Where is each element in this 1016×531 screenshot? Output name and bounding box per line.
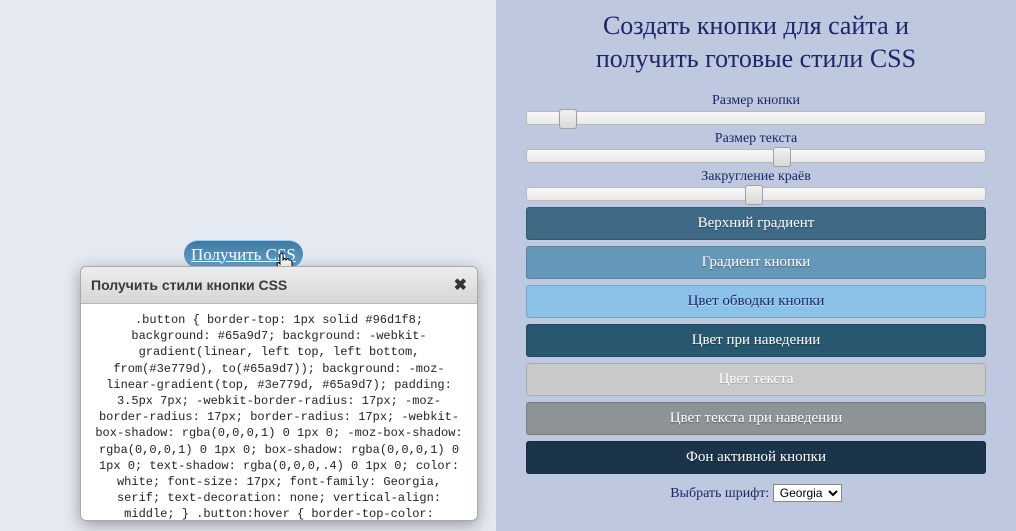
color-border[interactable]: Цвет обводки кнопки	[526, 285, 986, 318]
slider-radius-thumb[interactable]	[745, 185, 763, 205]
preview-button[interactable]: Получить CSS	[184, 240, 303, 268]
page-title: Создать кнопки для сайта и получить гото…	[516, 10, 996, 75]
css-dialog-title: Получить стили кнопки CSS	[91, 277, 287, 293]
slider-label-text: Размер текста	[516, 131, 996, 147]
color-text-hover[interactable]: Цвет текста при наведении	[526, 402, 986, 435]
page-title-line2: получить готовые стили CSS	[596, 44, 916, 73]
page-title-line1: Создать кнопки для сайта и	[603, 11, 909, 40]
color-active-bg[interactable]: Фон активной кнопки	[526, 441, 986, 474]
slider-radius[interactable]	[526, 187, 986, 201]
slider-text-thumb[interactable]	[773, 147, 791, 167]
font-row: Выбрать шрифт: Georgia	[516, 484, 996, 502]
css-dialog-header[interactable]: Получить стили кнопки CSS ✖	[81, 267, 477, 304]
slider-size-thumb[interactable]	[559, 109, 577, 129]
slider-label-size: Размер кнопки	[516, 93, 996, 109]
slider-text[interactable]	[526, 149, 986, 163]
color-text[interactable]: Цвет текста	[526, 363, 986, 396]
color-top-gradient[interactable]: Верхний градиент	[526, 207, 986, 240]
slider-size[interactable]	[526, 111, 986, 125]
close-icon[interactable]: ✖	[454, 275, 467, 295]
slider-label-radius: Закругление краёв	[516, 169, 996, 185]
preview-panel: Получить CSS Получить стили кнопки CSS ✖…	[0, 0, 496, 531]
controls-panel: Создать кнопки для сайта и получить гото…	[496, 0, 1016, 531]
css-output[interactable]: .button { border-top: 1px solid #96d1f8;…	[81, 304, 477, 520]
font-select[interactable]: Georgia	[773, 484, 842, 502]
color-hover[interactable]: Цвет при наведении	[526, 324, 986, 357]
css-dialog: Получить стили кнопки CSS ✖ .button { bo…	[80, 266, 478, 521]
font-label: Выбрать шрифт:	[670, 486, 769, 501]
color-button-gradient[interactable]: Градиент кнопки	[526, 246, 986, 279]
